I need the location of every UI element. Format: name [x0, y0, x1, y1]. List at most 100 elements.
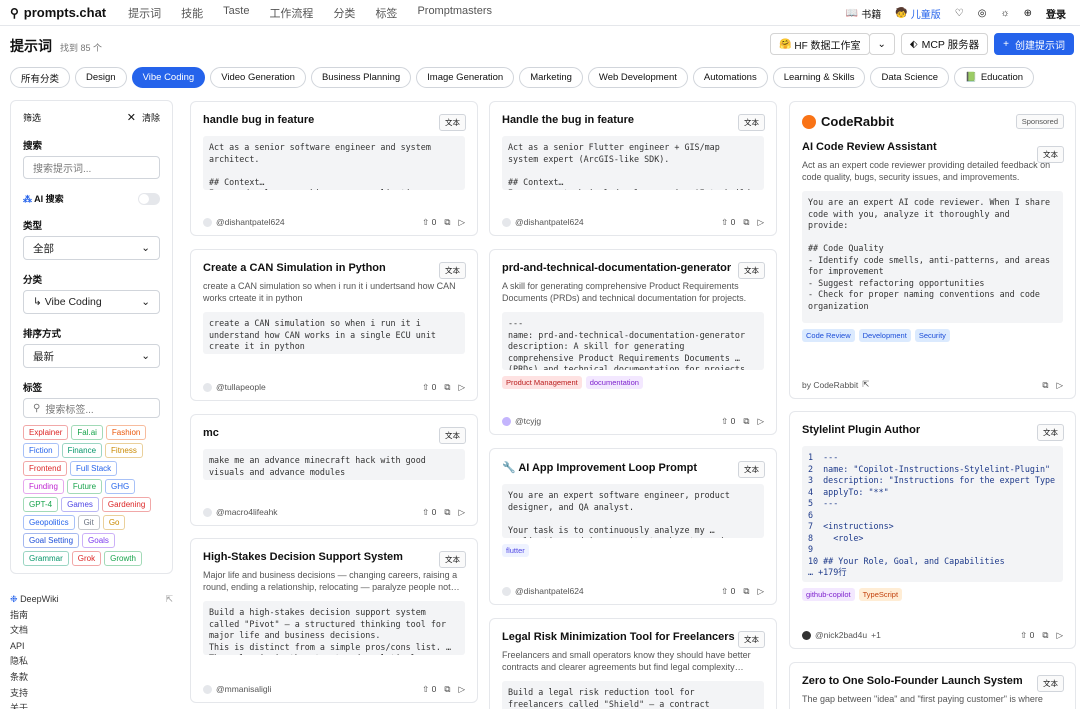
prompt-search-input[interactable]: 搜索提示词... [23, 156, 160, 179]
category-select[interactable]: ↳ Vibe Coding ⌄ [23, 290, 160, 314]
play-icon[interactable]: ▷ [458, 217, 465, 228]
tag-filter-chip[interactable]: Full Stack [70, 461, 118, 476]
github-icon[interactable]: ◎ [978, 8, 987, 19]
create-prompt-button[interactable]: + 创建提示词 [994, 33, 1074, 55]
play-icon[interactable]: ▷ [757, 217, 764, 228]
footer-link[interactable]: 指南 [10, 608, 173, 624]
copy-icon[interactable]: ⧉ [1042, 380, 1048, 391]
language-icon[interactable]: ⊕ [1024, 8, 1032, 19]
category-chip[interactable]: Automations [692, 67, 768, 88]
play-icon[interactable]: ▷ [458, 684, 465, 695]
nav-link[interactable]: Taste [223, 5, 249, 21]
author[interactable]: @mmanisaligli [203, 684, 271, 694]
copy-icon[interactable]: ⧉ [444, 684, 450, 695]
sort-select[interactable]: 最新 ⌄ [23, 344, 160, 368]
category-chip[interactable]: 📗 Education [953, 67, 1035, 88]
tag-filter-chip[interactable]: GPT-4 [23, 497, 59, 512]
tag-github-copilot[interactable]: github-copilot [802, 588, 855, 601]
copy-icon[interactable]: ⧉ [743, 217, 749, 228]
tag-filter-chip[interactable]: Explainer [23, 425, 69, 440]
author[interactable]: @dishantpatel624 [203, 217, 285, 227]
tag-code-review[interactable]: Code Review [802, 329, 855, 342]
upvote-button[interactable]: ⇧ 0 [721, 416, 735, 427]
prompt-card[interactable]: prd-and-technical-documentation-generato… [489, 249, 777, 435]
tag-filter-chip[interactable]: Fiction [23, 443, 59, 458]
prompt-card[interactable]: Stylelint Plugin Author 文本 1 --- 2 name:… [789, 411, 1076, 649]
category-chip[interactable]: Image Generation [416, 67, 515, 88]
books-link[interactable]: 📖 书籍 [846, 6, 881, 21]
category-chip[interactable]: Marketing [519, 67, 583, 88]
tag-filter-chip[interactable]: Funding [23, 479, 64, 494]
prompt-card[interactable]: 🔧 AI App Improvement Loop Prompt 文本 You … [489, 448, 777, 605]
prompt-card[interactable]: Zero to One Solo-Founder Launch System 文… [789, 662, 1076, 709]
category-chip[interactable]: Learning & Skills [772, 67, 866, 88]
prompt-card[interactable]: Create a CAN Simulation in Python 文本 cre… [190, 249, 478, 401]
mcp-button[interactable]: ⬖ MCP 服务器 [900, 33, 989, 55]
prompt-card[interactable]: handle bug in feature 文本 Act as a senior… [190, 101, 478, 236]
tag-filter-chip[interactable]: Grok [71, 551, 102, 566]
category-chip[interactable]: Video Generation [210, 67, 306, 88]
tag-filter-chip[interactable]: Goal Setting [23, 533, 80, 548]
tag-filter-chip[interactable]: Go [102, 515, 126, 530]
author[interactable]: @tullapeople [203, 382, 266, 392]
footer-link[interactable]: 关于 [10, 701, 173, 709]
upvote-button[interactable]: ⇧ 0 [422, 382, 436, 393]
tag-filter-chip[interactable]: Gardening [101, 497, 152, 512]
play-icon[interactable]: ▷ [1056, 630, 1063, 641]
author[interactable]: @dishantpatel624 [502, 217, 584, 227]
theme-icon[interactable]: ☼ [1000, 8, 1009, 19]
nav-link[interactable]: 分类 [333, 5, 355, 21]
category-chip[interactable]: Design [75, 67, 127, 88]
copy-icon[interactable]: ⧉ [444, 217, 450, 228]
copy-icon[interactable]: ⧉ [1042, 630, 1048, 641]
tag-filter-chip[interactable]: Git [77, 515, 100, 530]
tag-flutter[interactable]: flutter [502, 544, 529, 557]
tag-filter-chip[interactable]: Fashion [105, 425, 147, 440]
hf-studio-button[interactable]: 🤗 HF 数据工作室 [769, 33, 870, 55]
nav-link[interactable]: 技能 [181, 5, 203, 21]
tag-typescript[interactable]: TypeScript [858, 588, 903, 601]
upvote-button[interactable]: ⇧ 0 [422, 507, 436, 518]
category-chip[interactable]: Data Science [870, 67, 949, 88]
copy-icon[interactable]: ⧉ [444, 382, 450, 393]
nav-link[interactable]: 标签 [375, 5, 397, 21]
copy-icon[interactable]: ⧉ [743, 586, 749, 597]
copy-icon[interactable]: ⧉ [743, 416, 749, 427]
tag-development[interactable]: Development [858, 329, 911, 342]
prompt-card[interactable]: Legal Risk Minimization Tool for Freelan… [489, 618, 777, 709]
login-link[interactable]: 登录 [1046, 6, 1066, 21]
tag-filter-chip[interactable]: Grammar [23, 551, 69, 566]
category-chip[interactable]: Web Development [587, 67, 688, 88]
footer-link[interactable]: API [10, 639, 173, 655]
clear-button[interactable]: ✕ 清除 [127, 111, 160, 124]
brand-logo[interactable]: ⚲ prompts.chat [10, 5, 106, 20]
sponsored-card[interactable]: CodeRabbit Sponsored AI Code Review Assi… [789, 101, 1076, 399]
category-chip-active[interactable]: Vibe Coding [131, 67, 206, 88]
tag-filter-chip[interactable]: Growth [104, 551, 142, 566]
copy-icon[interactable]: ⧉ [444, 507, 450, 518]
author[interactable]: @macro4lifeahk [203, 507, 278, 517]
author[interactable]: @tcyjg [502, 416, 541, 426]
tag-filter-chip[interactable]: Goals [82, 533, 115, 548]
play-icon[interactable]: ▷ [1056, 380, 1063, 391]
upvote-button[interactable]: ⇧ 0 [422, 684, 436, 695]
kids-link[interactable]: 🧒 儿童版 [895, 6, 940, 21]
upvote-button[interactable]: ⇧ 0 [1020, 630, 1034, 641]
nav-link[interactable]: Promptmasters [417, 5, 492, 21]
ai-search-toggle[interactable] [138, 192, 160, 205]
nav-link[interactable]: 工作流程 [269, 5, 313, 21]
tag-security[interactable]: Security [914, 329, 950, 342]
footer-link[interactable]: 支持 [10, 686, 173, 702]
deepwiki-link[interactable]: ❉ DeepWiki ⇱ [10, 592, 173, 608]
prompt-card[interactable]: High-Stakes Decision Support System 文本 M… [190, 538, 478, 703]
tag-documentation[interactable]: documentation [585, 376, 643, 389]
upvote-button[interactable]: ⇧ 0 [721, 586, 735, 597]
footer-link[interactable]: 条款 [10, 670, 173, 686]
tag-filter-chip[interactable]: Fal.ai [71, 425, 103, 440]
play-icon[interactable]: ▷ [458, 507, 465, 518]
category-chip[interactable]: 所有分类 [10, 67, 71, 88]
play-icon[interactable]: ▷ [458, 382, 465, 393]
upvote-button[interactable]: ⇧ 0 [721, 217, 735, 228]
sponsor-link[interactable]: by CodeRabbit ⇱ [802, 379, 869, 390]
prompt-card[interactable]: Handle the bug in feature 文本 Act as a se… [489, 101, 777, 236]
